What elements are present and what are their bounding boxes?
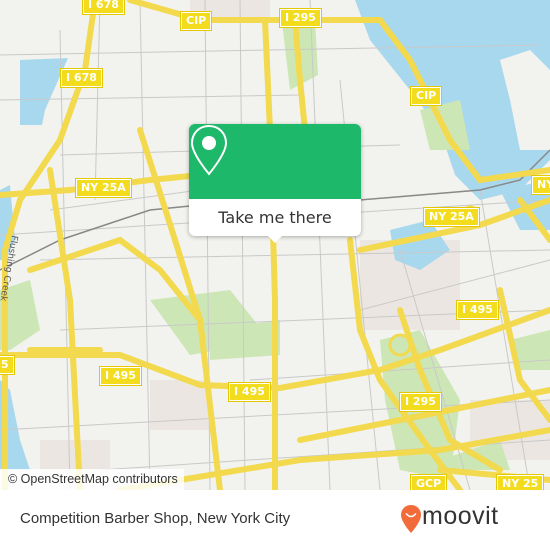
popup-pointer	[268, 236, 282, 243]
road-shield: 5	[0, 355, 15, 375]
footer: Competition Barber Shop, New York City m…	[0, 490, 550, 550]
brand-name: moovit	[422, 502, 499, 530]
take-me-there-button[interactable]: Take me there	[189, 199, 361, 236]
popup-header	[189, 124, 361, 199]
road-shield: I 678	[82, 0, 125, 15]
moovit-pin-icon	[401, 505, 421, 533]
road-shield: GCP	[409, 474, 448, 490]
road-shield: I 678	[60, 68, 103, 88]
map-pin-icon	[190, 124, 228, 176]
road-shield: I 295	[399, 392, 442, 412]
road-shield: I 495	[456, 300, 499, 320]
road-shield: NY 25	[495, 474, 545, 490]
place-title: Competition Barber Shop, New York City	[20, 510, 291, 527]
road-shield: I 295	[279, 8, 322, 28]
road-shield: NY	[530, 175, 550, 195]
road-shield: CIP	[409, 86, 443, 106]
road-shield: I 495	[228, 382, 271, 402]
road-shield: CIP	[179, 11, 213, 31]
road-shield: I 495	[99, 366, 142, 386]
map-attribution[interactable]: © OpenStreetMap contributors	[0, 469, 184, 490]
destination-popup: Take me there	[189, 124, 361, 243]
road-shield: NY 25A	[423, 207, 480, 227]
map-view[interactable]: Flushing Creek I 678 CIP I 295 I 678 CIP…	[0, 0, 550, 490]
road-shield: NY 25A	[75, 178, 132, 198]
